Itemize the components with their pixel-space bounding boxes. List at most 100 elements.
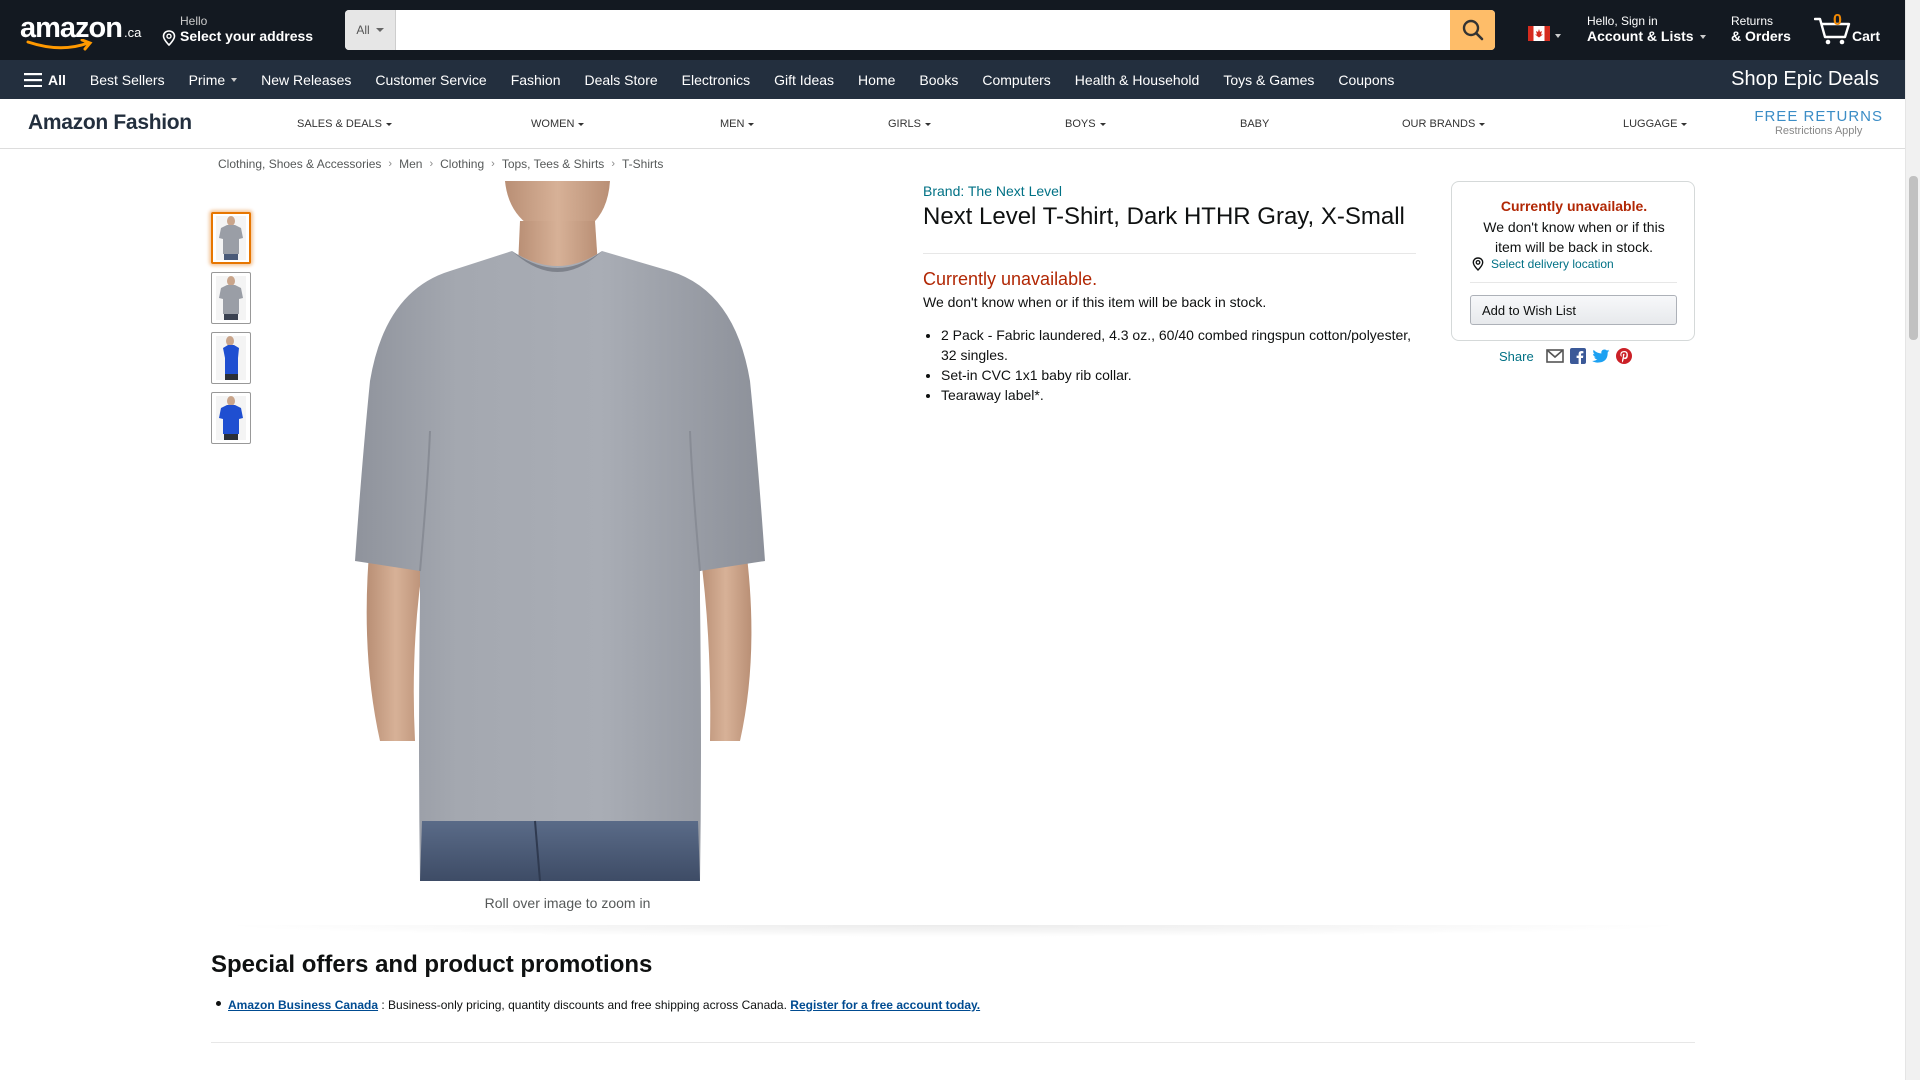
select-delivery-location-link[interactable]: Select delivery location (1471, 257, 1614, 271)
all-menu-button[interactable]: All (14, 72, 78, 88)
fashion-nav-boys[interactable]: BOYS (1065, 118, 1106, 130)
facebook-icon[interactable] (1569, 348, 1586, 364)
search-icon (1462, 19, 1483, 41)
breadcrumb-link[interactable]: Clothing (440, 157, 484, 171)
breadcrumb-link[interactable]: Clothing, Shoes & Accessories (218, 157, 381, 171)
nav-electronics[interactable]: Electronics (670, 72, 762, 88)
nav-coupons[interactable]: Coupons (1326, 72, 1406, 88)
promotion-text: : Business-only pricing, quantity discou… (378, 998, 791, 1012)
availability-message: We don't know when or if this item will … (923, 294, 1267, 310)
search-input[interactable] (396, 10, 1450, 50)
thumbnail-2[interactable] (211, 272, 251, 324)
fashion-nav-baby[interactable]: BABY (1240, 118, 1269, 130)
free-returns-label: FREE RETURNS (1754, 108, 1883, 125)
section-divider-shadow (211, 925, 1695, 937)
availability-status: Currently unavailable. (923, 269, 1098, 289)
nav-customer-service[interactable]: Customer Service (363, 72, 498, 88)
nav-label: Best Sellers (89, 71, 165, 88)
nav-computers[interactable]: Computers (970, 72, 1062, 88)
main-product-image[interactable] (340, 181, 790, 882)
amazon-logo[interactable]: amazon .ca (20, 12, 141, 51)
fashion-nav-women[interactable]: WOMEN (531, 118, 585, 130)
nav-label: Health & Household (1074, 71, 1200, 88)
twitter-icon[interactable] (1591, 349, 1610, 364)
account-lists-label: Account & Lists (1587, 28, 1707, 44)
fashion-nav-label: GIRLS (888, 118, 922, 130)
scrollbar-thumb[interactable] (1909, 176, 1918, 340)
fashion-nav-luggage[interactable]: LUGGAGE (1623, 118, 1688, 130)
caret-down-icon (1479, 122, 1486, 126)
returns-label: Returns (1731, 14, 1774, 28)
free-returns-banner[interactable]: FREE RETURNS Restrictions Apply (1754, 108, 1883, 137)
breadcrumb-link[interactable]: T-Shirts (622, 157, 663, 171)
nav-label: Home (858, 71, 896, 88)
nav-label: Coupons (1338, 71, 1395, 88)
feature-bullet: Tearaway label*. (941, 385, 1421, 405)
nav-health-household[interactable]: Health & Household (1063, 72, 1212, 88)
chevron-right-icon: › (611, 158, 615, 170)
fashion-nav-our-brands[interactable]: OUR BRANDS (1402, 118, 1486, 130)
chevron-right-icon: › (491, 158, 495, 170)
promotions-heading: Special offers and product promotions (211, 951, 653, 978)
nav-new-releases[interactable]: New Releases (249, 72, 363, 88)
product-page: amazon.ca Hello Select your address All (0, 0, 1920, 1080)
search-category-dropdown[interactable]: All (345, 10, 396, 50)
register-account-link[interactable]: Register for a free account today. (790, 998, 980, 1012)
breadcrumb-link[interactable]: Tops, Tees & Shirts (502, 157, 605, 171)
delivery-location-label: Select delivery location (1491, 257, 1614, 271)
fashion-nav-girls[interactable]: GIRLS (888, 118, 932, 130)
buy-box: Currently unavailable. We don't know whe… (1451, 181, 1695, 341)
shop-epic-deals-banner[interactable]: Shop Epic Deals (1731, 68, 1879, 91)
chevron-right-icon: › (388, 158, 393, 170)
fashion-nav-men[interactable]: MEN (720, 118, 755, 130)
restrictions-label: Restrictions Apply (1774, 125, 1863, 137)
nav-label: Fashion (510, 71, 561, 88)
canada-flag-icon (1528, 26, 1550, 41)
location-pin-icon (1472, 257, 1484, 271)
all-menu-label: All (48, 71, 66, 88)
nav-label: Gift Ideas (774, 71, 835, 88)
address-label: Select your address (180, 28, 314, 44)
nav-fashion[interactable]: Fashion (499, 72, 573, 88)
feature-bullet: 2 Pack - Fabric laundered, 4.3 oz., 60/4… (941, 325, 1421, 365)
add-to-wish-list-button[interactable]: Add to Wish List (1470, 295, 1677, 325)
nav-prime[interactable]: Prime (177, 72, 250, 88)
account-lists-menu[interactable]: Hello, Sign in Account & Lists (1587, 14, 1707, 44)
nav-best-sellers[interactable]: Best Sellers (78, 72, 177, 88)
cart-button[interactable]: 0 Cart (1812, 10, 1887, 50)
thumbnail-1[interactable] (211, 212, 251, 264)
fashion-nav-label: SALES & DEALS (297, 118, 382, 130)
page-scrollbar[interactable] (1905, 0, 1920, 1080)
nav-toys-games[interactable]: Toys & Games (1211, 72, 1326, 88)
nav-deals-store[interactable]: Deals Store (573, 72, 670, 88)
breadcrumb-link[interactable]: Men (399, 157, 422, 171)
brand-link[interactable]: Brand: The Next Level (923, 183, 1062, 199)
sub-nav: All Best Sellers Prime New Releases Cust… (0, 60, 1905, 99)
buybox-message: We don't know when or if this item will … (1483, 219, 1665, 255)
deliver-to-address[interactable]: Hello Select your address (160, 14, 320, 46)
fashion-nav-label: MEN (720, 118, 745, 130)
amazon-business-link[interactable]: Amazon Business Canada (228, 998, 378, 1012)
returns-orders-link[interactable]: Returns & Orders (1731, 14, 1791, 44)
feature-bullet: Set-in CVC 1x1 baby rib collar. (941, 365, 1421, 385)
nav-gift-ideas[interactable]: Gift Ideas (762, 72, 846, 88)
email-icon[interactable] (1545, 349, 1564, 363)
search-submit-button[interactable] (1450, 10, 1495, 50)
thumbnail-4[interactable] (211, 392, 251, 444)
caret-down-icon (748, 122, 755, 126)
share-row: Share (1499, 348, 1632, 364)
nav-label: Deals Store (584, 71, 658, 88)
nav-books[interactable]: Books (907, 72, 970, 88)
fashion-nav-sales-deals[interactable]: SALES & DEALS (297, 118, 392, 130)
nav-home[interactable]: Home (846, 72, 907, 88)
hamburger-menu-icon (24, 72, 42, 87)
fashion-nav-label: WOMEN (531, 118, 575, 130)
fashion-nav-label: BABY (1240, 118, 1270, 130)
pinterest-icon[interactable] (1615, 348, 1632, 364)
fashion-nav-label: LUGGAGE (1623, 118, 1678, 130)
language-selector[interactable] (1528, 26, 1562, 42)
amazon-fashion-logo[interactable]: Amazon Fashion (28, 111, 192, 135)
caret-down-icon (386, 122, 392, 126)
thumbnail-3[interactable] (211, 332, 251, 384)
promotion-item: Amazon Business Canada : Business-only p… (228, 998, 980, 1012)
